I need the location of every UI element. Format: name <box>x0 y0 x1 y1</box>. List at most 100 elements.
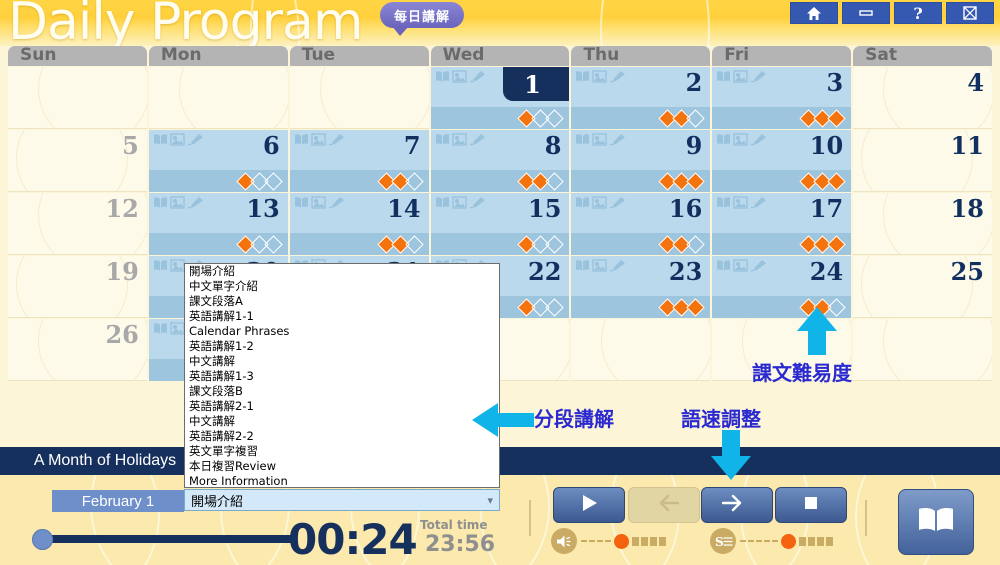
dropdown-item[interactable]: More Information <box>185 474 499 487</box>
total-time-value: 23:56 <box>425 532 496 557</box>
dropdown-item[interactable]: 英語講解1-3 <box>185 369 499 384</box>
calendar-day-9[interactable]: 9 <box>571 130 711 192</box>
close-button[interactable] <box>946 2 994 24</box>
calendar-day-11[interactable]: 11 <box>853 130 993 192</box>
next-button[interactable] <box>701 487 773 523</box>
calendar-week-row: 12 13 14 15 16 17 18 <box>8 193 993 255</box>
anno-text-difficulty-label: 課文難易度 <box>752 361 852 385</box>
calendar-cell-icons <box>716 133 767 146</box>
slider-tick <box>748 540 754 542</box>
progress-handle[interactable] <box>32 529 53 550</box>
calendar-day-12[interactable]: 12 <box>8 193 147 255</box>
calendar-day-number: 23 <box>668 257 703 286</box>
calendar-day-number: 8 <box>544 131 562 160</box>
dropdown-item[interactable]: 英語講解1-2 <box>185 339 499 354</box>
calendar-cell-icons <box>575 259 626 272</box>
book-button[interactable] <box>898 489 974 555</box>
calendar-day-number: 17 <box>809 194 844 223</box>
dropdown-item[interactable]: 英文單字複習 <box>185 444 499 459</box>
difficulty-bar <box>571 170 711 192</box>
close-icon <box>962 5 978 21</box>
difficulty-bar <box>571 107 711 129</box>
calendar-day-8[interactable]: 8 <box>430 130 570 192</box>
lesson-title: A Month of Holidays <box>33 452 177 469</box>
calendar-day-7[interactable]: 7 <box>289 130 429 192</box>
slider-tick <box>589 540 595 542</box>
calendar-day-10[interactable]: 10 <box>712 130 852 192</box>
calendar-cell-icons <box>435 133 486 146</box>
calendar-day-number: 24 <box>809 257 844 286</box>
calendar-day-18[interactable]: 18 <box>853 193 993 255</box>
volume-slider[interactable] <box>551 528 666 554</box>
dropdown-item[interactable]: 中文講解 <box>185 414 499 429</box>
calendar-day-number: 10 <box>809 131 844 160</box>
calendar-day-2[interactable]: 2 <box>571 67 711 129</box>
app-title: Daily Program <box>8 0 364 46</box>
speed-knob[interactable] <box>781 533 796 549</box>
difficulty-diamond <box>827 171 846 191</box>
calendar-day-3[interactable]: 3 <box>712 67 852 129</box>
difficulty-bar <box>712 233 852 255</box>
calendar-day-26[interactable]: 26 <box>8 319 147 381</box>
dropdown-item[interactable]: 中文單字介紹 <box>185 279 499 294</box>
volume-track[interactable] <box>581 533 666 549</box>
home-button[interactable] <box>790 2 838 24</box>
dropdown-item[interactable]: 開場介紹 <box>185 264 499 279</box>
total-time-label: Total time <box>420 518 488 532</box>
decorative-arc <box>601 319 711 380</box>
stop-icon <box>802 494 820 517</box>
calendar-day-13[interactable]: 13 <box>148 193 288 255</box>
calendar-day-25[interactable]: 25 <box>853 256 993 318</box>
speed-slider[interactable]: S <box>710 528 833 554</box>
dropdown-item[interactable]: 英語講解2-1 <box>185 399 499 414</box>
difficulty-bar <box>148 233 288 255</box>
minimize-icon <box>858 9 874 17</box>
calendar-day-5[interactable]: 5 <box>8 130 147 192</box>
speed-icon[interactable]: S <box>710 528 736 554</box>
dropdown-item[interactable]: 課文段落A <box>185 294 499 309</box>
slider-tick <box>650 536 657 546</box>
calendar-day-14[interactable]: 14 <box>289 193 429 255</box>
volume-knob[interactable] <box>614 533 629 549</box>
stop-button[interactable] <box>775 487 847 523</box>
calendar-day-number: 6 <box>263 131 280 160</box>
slider-tick <box>826 536 833 546</box>
dropdown-item[interactable]: 課文段落B <box>185 384 499 399</box>
help-button[interactable]: ? <box>894 2 942 24</box>
play-button[interactable] <box>553 487 625 523</box>
segment-combobox[interactable]: 開場介紹 ▾ <box>184 489 500 511</box>
anno-speech-speed-label: 語速調整 <box>681 407 761 431</box>
progress-track[interactable] <box>40 535 295 543</box>
divider <box>865 500 867 536</box>
calendar-day-6[interactable]: 6 <box>148 130 288 192</box>
difficulty-diamond <box>686 171 705 191</box>
dropdown-item[interactable]: 本日複習Review <box>185 459 499 474</box>
minimize-button[interactable] <box>842 2 890 24</box>
difficulty-bar <box>430 107 570 129</box>
dropdown-item[interactable]: Calendar Phrases <box>185 324 499 339</box>
calendar-day-16[interactable]: 16 <box>571 193 711 255</box>
speed-track[interactable] <box>740 533 833 549</box>
calendar-day-empty <box>571 319 711 381</box>
calendar-day-4[interactable]: 4 <box>853 67 993 129</box>
calendar-day-number: 9 <box>685 131 703 160</box>
calendar-cell-icons <box>575 70 626 83</box>
progress-slider[interactable] <box>18 528 298 550</box>
arrow-right-icon <box>721 494 752 517</box>
calendar-day-15[interactable]: 15 <box>430 193 570 255</box>
dropdown-item[interactable]: 英語講解1-1 <box>185 309 499 324</box>
calendar-cell-icons <box>435 70 486 83</box>
dropdown-item[interactable]: 英語講解2-2 <box>185 429 499 444</box>
dropdown-item[interactable]: 中文講解 <box>185 354 499 369</box>
difficulty-diamond <box>545 108 565 128</box>
decorative-arc <box>319 67 429 128</box>
calendar-day-17[interactable]: 17 <box>712 193 852 255</box>
speaker-icon[interactable] <box>551 528 577 554</box>
previous-button <box>628 487 700 523</box>
calendar-day-19[interactable]: 19 <box>8 256 147 318</box>
calendar-day-1[interactable]: 1 <box>430 67 570 129</box>
calendar-day-number: 14 <box>387 194 421 223</box>
calendar-day-23[interactable]: 23 <box>571 256 711 318</box>
difficulty-diamond <box>404 234 424 254</box>
segment-dropdown-list[interactable]: 開場介紹 中文單字介紹 課文段落A 英語講解1-1 Calendar Phrases 英語… <box>184 263 500 488</box>
